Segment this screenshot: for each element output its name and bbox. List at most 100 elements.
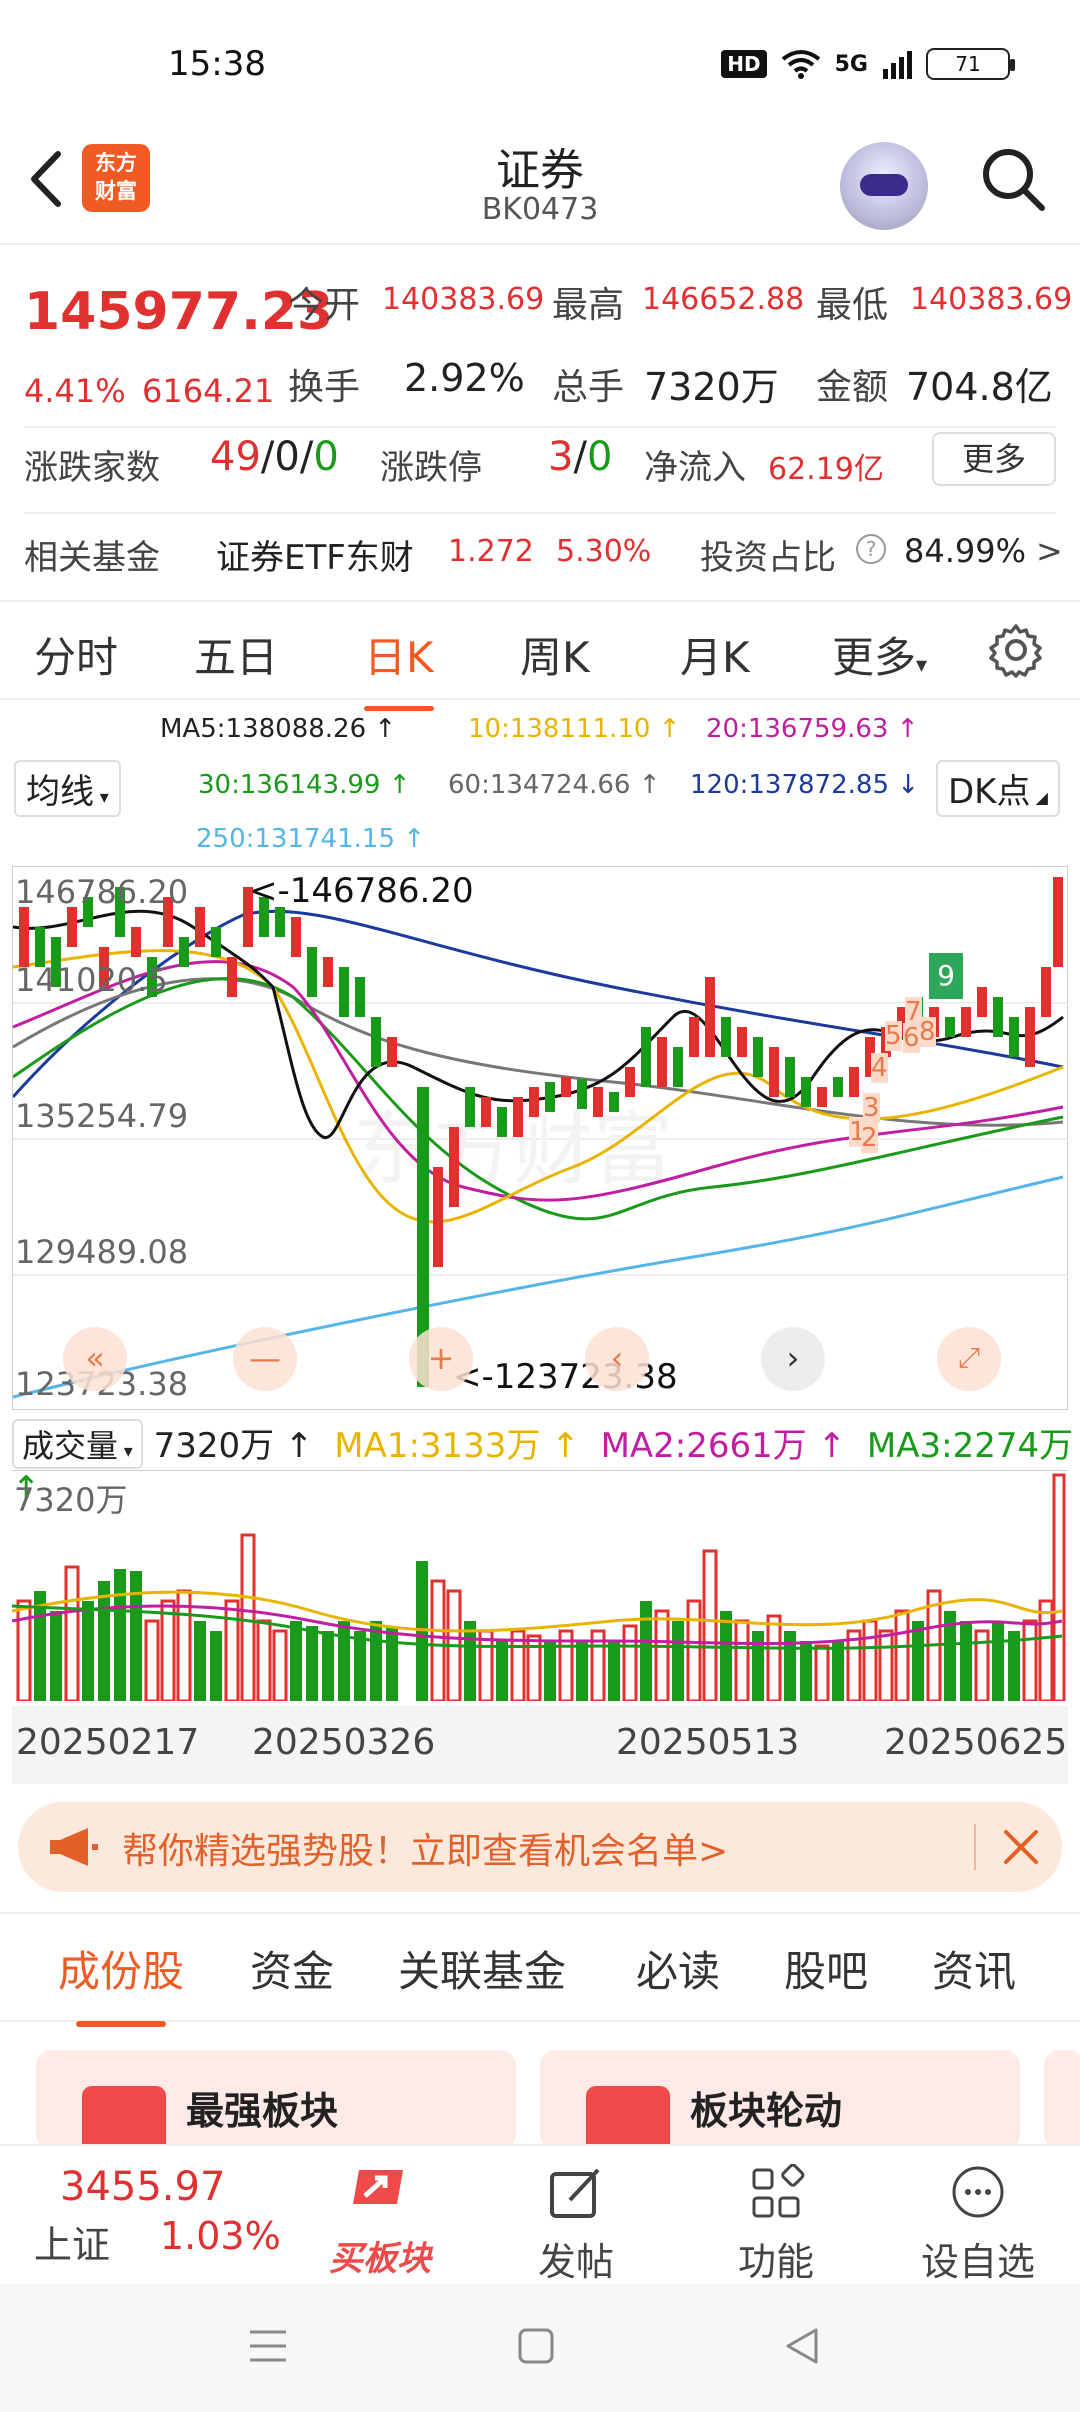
status-icons: HD 5G 71 — [721, 48, 1015, 80]
amount-value: 704.8亿 — [906, 365, 1053, 409]
ma60-value: 60:134724.66 ↑ — [448, 770, 661, 800]
fund-name[interactable]: 证券ETF东财 — [216, 530, 414, 579]
status-time: 15:38 — [168, 44, 266, 84]
dk-mark-4: 4 — [871, 1053, 888, 1083]
volume-chart[interactable]: 7320万 — [11, 1470, 1068, 1703]
ma-select-dropdown[interactable]: 均线 ▾ — [14, 760, 121, 817]
dk-button[interactable]: DK点 ◢ — [936, 760, 1060, 817]
tab-constituents[interactable]: 成份股 — [58, 1938, 184, 2027]
add-watchlist-label: 设自选 — [920, 2240, 1035, 2284]
card-partial[interactable] — [1044, 2050, 1080, 2150]
breadth-label: 涨跌家数 — [24, 448, 160, 488]
help-icon[interactable]: ? — [856, 534, 886, 564]
battery-icon: 71 — [926, 48, 1015, 80]
promo-banner[interactable]: 帮你精选强势股！立即查看机会名单> — [18, 1802, 1062, 1892]
low-value: 140383.69 — [910, 282, 1073, 317]
turnover-label: 换手 — [288, 367, 361, 408]
more-button[interactable]: 更多 — [932, 432, 1056, 486]
open-value: 140383.69 — [382, 282, 545, 317]
tab-fenshi[interactable]: 分时 — [34, 624, 118, 685]
card-strongest-sector[interactable]: 最强板块 — [36, 2050, 516, 2150]
buy-sector-button[interactable]: 买板块 — [318, 2164, 442, 2280]
tab-daily-k[interactable]: 日K — [364, 624, 434, 711]
chevron-right-icon[interactable]: > — [1036, 532, 1063, 570]
index-name[interactable]: 上证 — [34, 2214, 110, 2269]
bottom-toolbar: 3455.97 上证 1.03% 买板块 发帖 功能 设自选 — [0, 2144, 1080, 2284]
card-sector-rotation[interactable]: 板块轮动 — [540, 2050, 1020, 2150]
index-pct[interactable]: 1.03% — [160, 2214, 281, 2258]
current-price: 145977.23 — [24, 282, 334, 342]
ratio-label: 投资占比 — [700, 538, 836, 578]
tab-must-read[interactable]: 必读 — [636, 1938, 720, 1999]
divider — [974, 1824, 976, 1870]
post-label: 发帖 — [537, 2240, 614, 2284]
date-label: 20250326 — [252, 1722, 436, 1763]
rewind-icon[interactable]: « — [63, 1327, 127, 1391]
date-label: 20250625 — [884, 1722, 1068, 1763]
date-label: 20250217 — [16, 1722, 200, 1763]
function-label: 功能 — [737, 2240, 814, 2284]
tab-weekly-k[interactable]: 周K — [520, 624, 590, 685]
limit-down: 0 — [586, 434, 613, 480]
tab-related-funds[interactable]: 关联基金 — [398, 1938, 566, 1999]
zoom-in-icon[interactable]: + — [409, 1327, 473, 1391]
volume-select-dropdown[interactable]: 成交量 ▾ — [12, 1419, 143, 1469]
ma120-value: 120:137872.85 ↓ — [690, 770, 920, 800]
dk-label: DK点 — [948, 772, 1031, 812]
divider — [24, 426, 1056, 428]
ma20-value: 20:136759.63 ↑ — [706, 714, 919, 744]
function-button[interactable]: 功能 — [726, 2163, 826, 2286]
ma30-value: 30:136143.99 ↑ — [198, 770, 411, 800]
breadth-values: 49/0/0 — [210, 434, 339, 480]
content-tabs: 成份股 资金 关联基金 必读 股吧 资讯 — [0, 1912, 1080, 2027]
ma10-value: 10:138111.10 ↑ — [468, 714, 681, 744]
home-icon[interactable] — [516, 2326, 556, 2366]
buy-sector-icon — [353, 2170, 403, 2204]
add-watchlist-button[interactable]: 设自选 — [908, 2164, 1048, 2286]
chevron-right-icon[interactable]: › — [761, 1327, 825, 1391]
ma5-value: MA5:138088.26 ↑ — [160, 714, 397, 744]
kline-svg: 东方财富 — [11, 877, 1069, 1399]
turnover-value: 2.92% — [404, 356, 525, 400]
netflow-label: 净流入 — [644, 448, 746, 488]
zoom-out-icon[interactable]: — — [233, 1327, 297, 1391]
signal-icon — [883, 51, 912, 79]
rotation-icon — [586, 2086, 670, 2150]
y-axis-mid3: 129489.08 — [15, 1233, 189, 1271]
tab-forum[interactable]: 股吧 — [784, 1938, 868, 1999]
gear-icon[interactable] — [988, 622, 1044, 678]
tab-more-label: 更多 — [832, 633, 917, 682]
tab-news[interactable]: 资讯 — [932, 1938, 1016, 1999]
post-button[interactable]: 发帖 — [526, 2164, 626, 2286]
limit-label: 涨跌停 — [380, 448, 482, 488]
dk-mark-2: 2 — [861, 1123, 878, 1153]
close-icon[interactable] — [1002, 1828, 1040, 1866]
volume-label: 总手 — [552, 367, 625, 408]
kline-chart[interactable]: 东方财富 146786.20 141020.5 135254.79 129489… — [11, 866, 1069, 1410]
amount-label: 金额 — [816, 367, 889, 408]
fullscreen-icon[interactable]: ⤢ — [937, 1327, 1001, 1391]
tab-daily-k-label: 日K — [364, 633, 434, 682]
assistant-robot-icon[interactable] — [840, 142, 928, 230]
chevron-left-icon[interactable]: ‹ — [585, 1327, 649, 1391]
caret-down-icon: ▾ — [94, 787, 109, 808]
fund-pct: 5.30% — [556, 534, 652, 569]
y-axis-mid2: 135254.79 — [15, 1097, 189, 1135]
menu-icon[interactable] — [246, 2326, 290, 2366]
tab-more[interactable]: 更多▾ — [832, 624, 927, 685]
grid-icon — [752, 2163, 805, 2218]
more-dots-icon — [952, 2166, 1004, 2218]
back-nav-icon[interactable] — [782, 2326, 822, 2366]
hd-icon: HD — [721, 50, 767, 78]
change-amount: 6164.21 — [142, 372, 275, 410]
dk-mark-8: 8 — [919, 1017, 936, 1047]
search-icon[interactable] — [978, 144, 1048, 214]
dk-mark-6: 6 — [903, 1023, 920, 1053]
index-value[interactable]: 3455.97 — [60, 2164, 225, 2210]
breadth-flat: 0 — [274, 434, 300, 480]
breadth-down: 0 — [313, 434, 339, 480]
tab-monthly-k[interactable]: 月K — [680, 624, 750, 685]
tab-funds[interactable]: 资金 — [250, 1938, 334, 1999]
tab-wuri[interactable]: 五日 — [194, 624, 278, 685]
dk-mark-5: 5 — [885, 1021, 902, 1051]
